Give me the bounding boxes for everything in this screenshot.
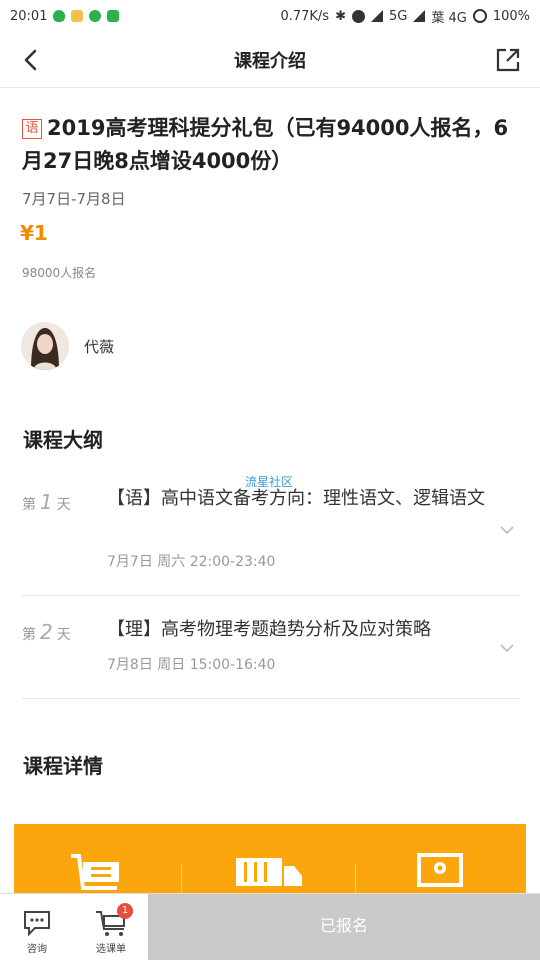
cart-badge: 1 — [117, 903, 133, 919]
bottom-bar: 咨询 选课单 1 已报名 — [0, 893, 540, 960]
delivery-truck-icon — [236, 858, 302, 886]
back-arrow-icon[interactable] — [18, 46, 46, 74]
feature-banner — [14, 824, 526, 904]
details-heading: 课程详情 — [23, 754, 103, 778]
lesson-time: 7月7日 周六 22:00-23:40 — [107, 554, 276, 570]
chat-icon — [24, 911, 50, 936]
lesson-time: 7月8日 周日 15:00-16:40 — [107, 657, 276, 673]
signal-icon — [370, 10, 383, 22]
status-bar: 20:01 0.77K/s ✱ 5G 葉 4G 100% — [0, 0, 540, 32]
course-title-text: 2019高考理科提分礼包（已有94000人报名，6月27日晚8点增设4000份） — [22, 116, 509, 173]
battery-icon — [472, 9, 487, 23]
shield-icon — [53, 10, 66, 22]
page-title: 课程介绍 — [234, 50, 306, 72]
consult-button[interactable]: 咨询 — [0, 894, 74, 960]
wechat-icon — [89, 10, 102, 22]
course-price: ¥1 — [20, 221, 48, 245]
enrolled-count: 98000人报名 — [22, 266, 97, 280]
chevron-down-icon[interactable] — [500, 525, 514, 535]
app-icon — [107, 10, 120, 22]
syllabus-heading: 课程大纲 — [23, 428, 103, 452]
chevron-down-icon[interactable] — [500, 643, 514, 653]
course-cart-button[interactable]: 选课单 — [74, 894, 148, 960]
day-label: 第2天 — [22, 620, 71, 644]
subject-tag: 语 — [22, 119, 42, 139]
alarm-icon — [351, 9, 365, 23]
teacher-avatar[interactable] — [21, 322, 69, 370]
carrier2-label: 葉 4G — [431, 10, 467, 26]
course-date-range: 7月7日-7月8日 — [22, 190, 126, 208]
day-label: 第1天 — [22, 490, 71, 514]
cart-label: 选课单 — [96, 944, 126, 955]
syllabus-day-2[interactable]: 第2天 【理】高考物理考题趋势分析及应对策略 7月8日 周日 15:00-16:… — [22, 614, 520, 699]
teacher-name[interactable]: 代薇 — [84, 336, 114, 357]
location-screen-icon — [417, 853, 463, 887]
network-speed: 0.77K/s — [280, 8, 330, 24]
status-time: 20:01 — [10, 8, 48, 24]
bluetooth-icon: ✱ — [335, 8, 346, 24]
lesson-title: 【语】高中语文备考方向：理性语文、逻辑语文 — [107, 488, 485, 509]
note-icon — [71, 10, 84, 22]
divider — [22, 595, 520, 596]
share-icon[interactable] — [494, 46, 522, 74]
battery-level: 100% — [492, 8, 530, 24]
enrolled-button[interactable]: 已报名 — [148, 894, 540, 960]
lesson-title: 【理】高考物理考题趋势分析及应对策略 — [107, 619, 431, 640]
signal2-icon — [413, 10, 426, 22]
syllabus-day-1[interactable]: 第1天 【语】高中语文备考方向：理性语文、逻辑语文 7月7日 周六 22:00-… — [22, 480, 520, 596]
divider — [22, 698, 520, 699]
carrier-label: 5G — [388, 8, 408, 24]
consult-label: 咨询 — [27, 944, 47, 955]
course-title: 语 2019高考理科提分礼包（已有94000人报名，6月27日晚8点增设4000份… — [22, 112, 522, 178]
avatar-image — [21, 322, 69, 370]
title-bar: 课程介绍 — [0, 32, 540, 88]
shopping-cart-icon — [71, 854, 119, 890]
